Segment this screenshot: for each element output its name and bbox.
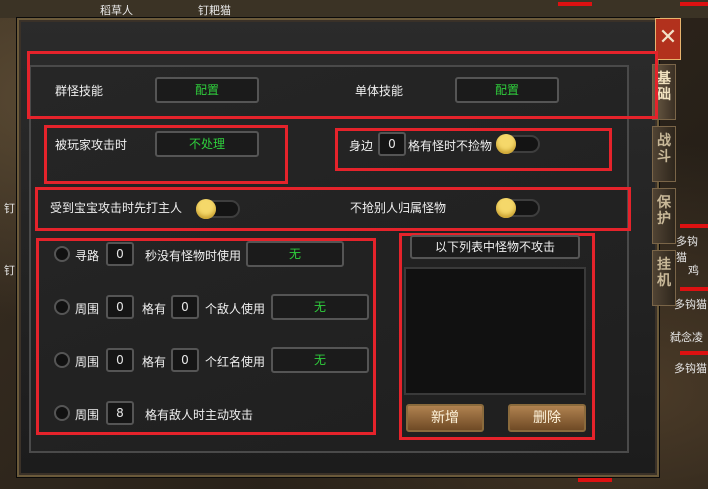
group-skill-config-button[interactable]: 配置 [155, 77, 259, 103]
nearby-range-input[interactable]: 0 [378, 132, 406, 156]
auto-row4-radio[interactable] [54, 405, 70, 421]
ignore-list-title: 以下列表中怪物不攻击 [410, 235, 580, 259]
monster-name: 多钩猫 [674, 298, 707, 311]
auto-row2-mid: 格有 [142, 302, 167, 316]
delete-ignore-button[interactable]: 删除 [508, 404, 586, 432]
no-steal-toggle[interactable] [496, 198, 540, 218]
monster-name: 鸡 [688, 264, 699, 277]
player-attack-select[interactable]: 不处理 [155, 131, 259, 157]
auto-row2-label: 周围 [75, 302, 100, 316]
nearby-no-loot-toggle[interactable] [496, 134, 540, 154]
monster-hp-bar [680, 351, 708, 355]
monster-name: 稻草人 [100, 4, 133, 17]
auto-row1-suffix: 秒没有怪物时使用 [145, 249, 242, 263]
tab-protect[interactable]: 保护 [652, 188, 676, 244]
auto-row3-skill-select[interactable]: 无 [271, 347, 369, 373]
auto-row3-range-input[interactable]: 0 [106, 348, 134, 372]
player-attack-label: 被玩家攻击时 [55, 138, 128, 152]
ignore-monster-list[interactable] [404, 267, 586, 395]
auto-row1-radio[interactable] [54, 246, 70, 262]
auto-row3-label: 周围 [75, 355, 100, 369]
auto-row2-skill-select[interactable]: 无 [271, 294, 369, 320]
group-skill-label: 群怪技能 [55, 84, 104, 98]
auto-row3-mid: 格有 [142, 355, 167, 369]
monster-name: 钉耙猫 [198, 4, 231, 17]
auto-row2-suffix: 个敌人使用 [205, 302, 266, 316]
nearby-suffix-label: 格有怪时不捡物 [408, 139, 493, 153]
pet-attack-toggle[interactable] [196, 199, 240, 219]
tab-combat[interactable]: 战斗 [652, 126, 676, 182]
add-ignore-button[interactable]: 新增 [406, 404, 484, 432]
auto-row3-radio[interactable] [54, 352, 70, 368]
auto-row2-radio[interactable] [54, 299, 70, 315]
monster-hp-bar [558, 2, 592, 6]
monster-hp-bar [680, 287, 708, 291]
toggle-knob [196, 199, 216, 219]
close-button[interactable]: ✕ [655, 18, 681, 60]
no-steal-label: 不抢别人归属怪物 [350, 201, 447, 215]
highlight-skills [27, 51, 658, 119]
auto-row3-suffix: 个红名使用 [205, 355, 266, 369]
tab-afk[interactable]: 挂机 [652, 250, 676, 306]
monster-name: 弑念凌 [670, 331, 703, 344]
auto-row1-seconds-input[interactable]: 0 [106, 242, 134, 266]
monster-name: 多钩猫 [674, 362, 707, 375]
auto-row3-count-input[interactable]: 0 [171, 348, 199, 372]
nearby-prefix-label: 身边 [349, 139, 374, 153]
monster-name: 多钩猫 [676, 235, 698, 264]
single-skill-label: 单体技能 [355, 84, 404, 98]
single-skill-config-button[interactable]: 配置 [455, 77, 559, 103]
toggle-knob [496, 198, 516, 218]
auto-row4-suffix: 格有敌人时主动攻击 [145, 408, 254, 422]
monster-name: 钉 [4, 264, 15, 277]
auto-row4-label: 周围 [75, 408, 100, 422]
auto-row2-count-input[interactable]: 0 [171, 295, 199, 319]
auto-row2-range-input[interactable]: 0 [106, 295, 134, 319]
pet-attack-label: 受到宝宝攻击时先打主人 [50, 201, 183, 215]
monster-name: 钉 [4, 202, 15, 215]
toggle-knob [496, 134, 516, 154]
monster-hp-bar [578, 478, 612, 482]
auto-row1-skill-select[interactable]: 无 [246, 241, 344, 267]
monster-hp-bar [680, 2, 708, 6]
auto-row4-range-input[interactable]: 8 [106, 401, 134, 425]
auto-row1-label: 寻路 [75, 249, 100, 263]
monster-hp-bar [680, 224, 708, 228]
